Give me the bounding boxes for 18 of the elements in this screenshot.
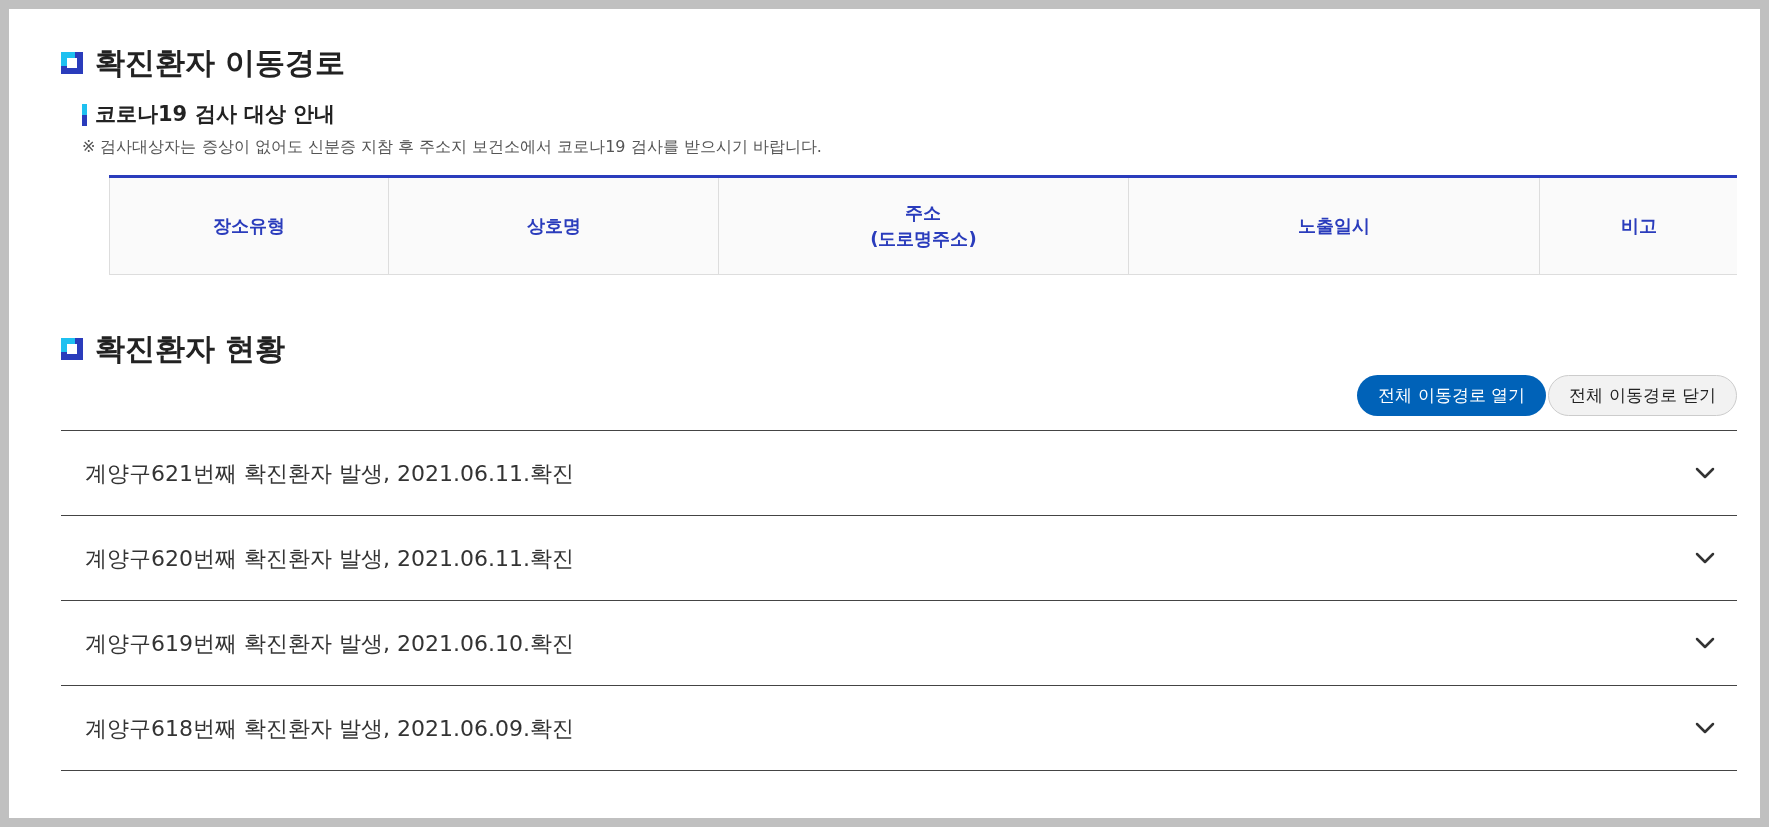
section-title: 확진환자 이동경로 [95,45,346,81]
column-header: 주소 (도로명주소) [717,177,1129,274]
bar-icon [82,103,87,126]
column-header: 장소유형 [109,177,389,274]
square-icon [61,337,83,360]
square-icon [61,52,83,74]
notice-text: ※ 검사대상자는 증상이 없어도 신분증 지참 후 주소지 보건소에서 코로나19 검사를 받으시기 바랍니다. [82,135,823,158]
expand-all-button[interactable]: 전체 이동경로 열기 [1357,374,1547,416]
column-header: 상호명 [388,177,718,274]
chevron-icon [1695,637,1715,649]
subsection-heading: 코로나19 검사 대상 안내 [95,101,336,128]
chevron-icon [1695,722,1715,734]
column-header: 비고 [1539,177,1737,274]
chevron-icon [1695,467,1715,479]
column-header: 노출일시 [1128,177,1540,274]
section-title: 확진환자 현황 [95,330,286,367]
chevron-icon [1695,552,1715,564]
collapse-all-button[interactable]: 전체 이동경로 닫기 [1548,374,1737,416]
